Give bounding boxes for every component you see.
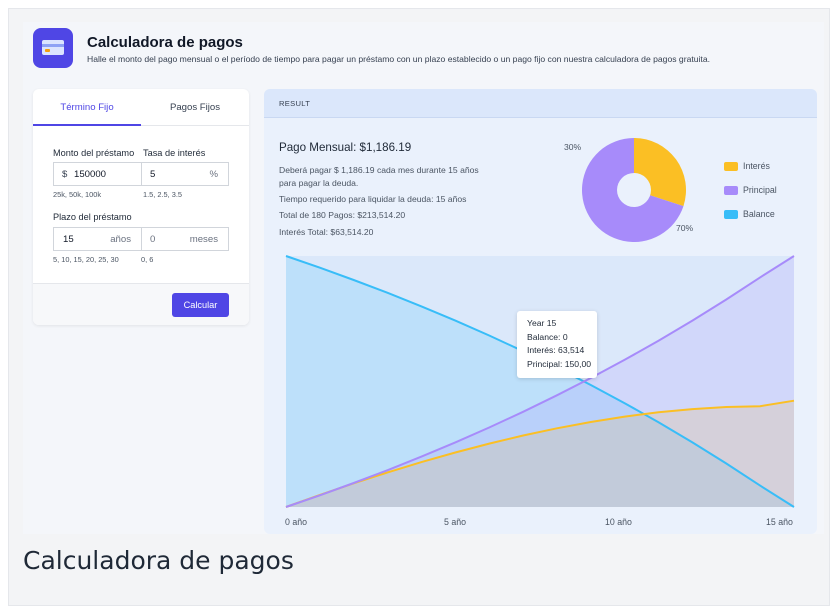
x-tick-label: 5 año [444,517,467,527]
loan-amount-label: Monto del préstamo [53,148,135,158]
page-subtitle: Halle el monto del pago mensual o el per… [87,54,710,64]
months-input[interactable]: 0 meses [141,227,229,251]
tab-fixed-term[interactable]: Término Fijo [33,89,141,126]
page-caption: Calculadora de pagos [23,546,294,575]
calc-mode-tabs: Término Fijo Pagos Fijos [33,89,249,126]
loan-amount-hint: 25k, 50k, 100k [53,190,102,199]
loan-term-label: Plazo del préstamo [53,212,132,222]
x-tick-label: 10 año [605,517,632,527]
years-suffix: años [110,234,131,245]
interest-rate-input[interactable]: 5 % [141,162,229,186]
loan-amount-input[interactable]: $ 150000 [53,162,142,186]
loan-amount-value: 150000 [74,169,107,180]
page-title: Calculadora de pagos [87,34,243,51]
months-suffix: meses [189,234,218,245]
years-hint: 5, 10, 15, 20, 25, 30 [53,255,119,264]
percent-suffix: % [209,169,218,180]
chart-tooltip: Year 15 Balance: 0 Interés: 63,514 Princ… [517,311,597,378]
tooltip-interest: Interés: 63,514 [527,345,585,355]
calculator-form-panel: Término Fijo Pagos Fijos Monto del prést… [33,89,249,325]
currency-prefix: $ [62,169,68,180]
header: Calculadora de pagos Halle el monto del … [23,22,824,82]
x-tick-label: 0 año [285,517,308,527]
years-value: 15 [63,234,74,245]
form-footer: Calcular [33,283,249,325]
interest-rate-hint: 1.5, 2.5, 3.5 [143,190,183,199]
months-value: 0 [150,234,156,245]
calculate-button[interactable]: Calcular [172,293,229,317]
tooltip-balance: Balance: 0 [527,331,568,342]
interest-rate-value: 5 [150,169,156,180]
years-input[interactable]: 15 años [53,227,142,251]
credit-card-icon [33,28,73,68]
interest-rate-label: Tasa de interés [143,148,206,158]
tooltip-principal: Principal: 150,00 [527,358,592,369]
tab-fixed-payments[interactable]: Pagos Fijos [141,89,249,126]
months-hint: 0, 6 [141,255,154,264]
x-tick-label: 15 año [766,517,793,527]
payment-calculator-app: Calculadora de pagos Halle el monto del … [23,22,824,534]
tooltip-title: Year 15 [527,318,557,328]
